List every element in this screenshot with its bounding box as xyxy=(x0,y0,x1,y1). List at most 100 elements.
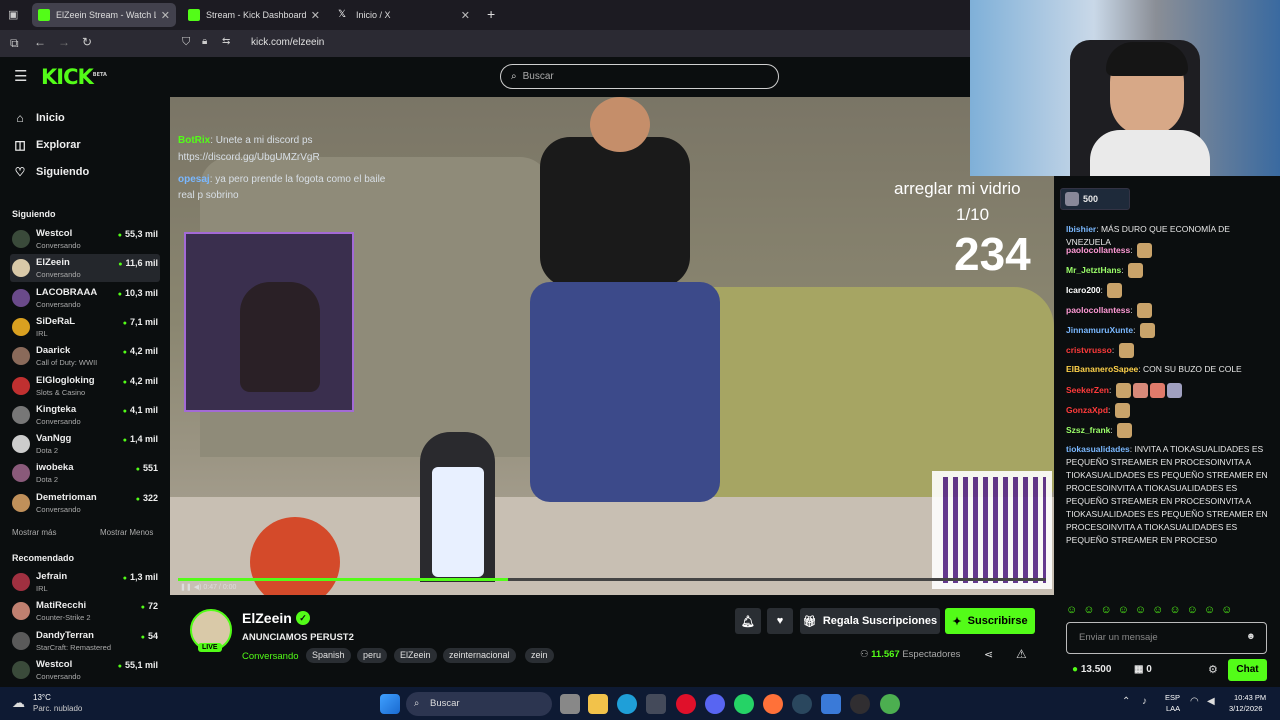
follow-button[interactable]: ♥ xyxy=(767,608,793,634)
mic-icon[interactable]: ♪ xyxy=(1142,696,1147,707)
notifications-button[interactable]: 🔔︎ xyxy=(735,608,761,634)
chat-username[interactable]: paolocollantess xyxy=(1066,245,1130,255)
clock-time[interactable]: 10:43 PM xyxy=(1234,693,1266,702)
show-less-button[interactable]: Mostrar Menos xyxy=(100,528,153,537)
sidebar-channel-sideral[interactable]: SiDeRaLIRL 7,1 mil xyxy=(10,313,160,341)
sidebar-channel-vanngg[interactable]: VanNggDota 2 1,4 mil xyxy=(10,430,160,458)
reload-icon[interactable]: ↻ xyxy=(82,35,92,49)
tag[interactable]: zein xyxy=(525,648,554,663)
opera-icon[interactable] xyxy=(676,694,696,714)
chat-username[interactable]: ElBananeroSapee xyxy=(1066,364,1138,374)
obs-icon[interactable] xyxy=(850,694,870,714)
nav-siguiendo[interactable]: ♡ Siguiendo xyxy=(12,165,90,179)
search-input[interactable]: ⌕ Buscar xyxy=(500,64,779,89)
logo-badge: BETA xyxy=(92,72,107,78)
chat-message: GonzaXpd: xyxy=(1066,403,1271,418)
kick-logo[interactable]: KICKBETA xyxy=(41,65,107,89)
video-player[interactable]: BotRix: Unete a mi discord ps https://di… xyxy=(170,97,1054,595)
emoji-icon[interactable]: ☻ xyxy=(1246,631,1256,642)
stream-category[interactable]: Conversando xyxy=(242,651,299,662)
chat-username[interactable]: GonzaXpd xyxy=(1066,405,1108,415)
tray-chevron-icon[interactable]: ⌃ xyxy=(1122,696,1130,707)
chat-username[interactable]: tiokasualidades xyxy=(1066,444,1130,454)
share-icon[interactable]: ⋖ xyxy=(984,648,993,661)
nav-inicio[interactable]: ⌂ Inicio xyxy=(12,111,64,125)
tag[interactable]: ElZeein xyxy=(394,648,437,663)
speaker-icon[interactable]: ◀ xyxy=(1207,696,1215,707)
chat-username[interactable]: Szsz_frank xyxy=(1066,425,1110,435)
menu-icon[interactable]: ☰ xyxy=(14,67,27,85)
sidebar-channel-kingteka[interactable]: KingtekaConversando 4,1 mil xyxy=(10,401,160,429)
close-icon[interactable]: ✕ xyxy=(461,9,470,22)
video-progress-bar[interactable] xyxy=(178,578,1046,581)
new-tab-icon[interactable]: + xyxy=(487,6,495,22)
firefox-icon[interactable] xyxy=(763,694,783,714)
sidebar-toggle-icon[interactable]: ⧉ xyxy=(10,36,19,51)
pinned-gift[interactable]: 500 xyxy=(1060,188,1130,210)
sidebar-channel-lacobraaa[interactable]: LACOBRAAAConversando 10,3 mil xyxy=(10,284,160,312)
store-icon[interactable] xyxy=(646,694,666,714)
chat-username[interactable]: paolocollantess xyxy=(1066,305,1130,315)
channel-name: Demetrioman xyxy=(36,491,97,503)
app-icon[interactable] xyxy=(821,694,841,714)
tag[interactable]: peru xyxy=(357,648,388,663)
lang-indicator[interactable]: ESP xyxy=(1165,693,1180,702)
tag[interactable]: Spanish xyxy=(306,648,351,663)
clock-date[interactable]: 3/12/2026 xyxy=(1229,704,1262,713)
tab-overview-icon[interactable]: ▣ xyxy=(8,8,18,21)
tab-dashboard[interactable]: Stream - Kick Dashboard ✕ xyxy=(182,3,326,27)
show-more-button[interactable]: Mostrar más xyxy=(12,528,56,537)
sidebar-channel-jefrain[interactable]: Jefrain IRL 1,3 mil xyxy=(10,568,160,596)
streamer-name[interactable]: ElZeein xyxy=(242,610,292,626)
steam-icon[interactable] xyxy=(792,694,812,714)
taskbar-search[interactable]: ⌕ Buscar xyxy=(406,692,552,716)
points-display[interactable]: ● 13.500 xyxy=(1072,664,1111,675)
sidebar-channel-westcol[interactable]: WestcolConversando 55,1 mil xyxy=(10,656,160,684)
chat-input[interactable]: Enviar un mensaje ☻ xyxy=(1066,622,1267,654)
tab-x[interactable]: 𝕏 Inicio / X ✕ xyxy=(332,3,476,27)
close-icon[interactable]: ✕ xyxy=(161,9,170,22)
report-icon[interactable]: ⚠ xyxy=(1016,647,1027,661)
close-icon[interactable]: ✕ xyxy=(311,9,320,22)
gifts-display[interactable]: ▦ 0 xyxy=(1134,664,1152,675)
back-icon[interactable]: ← xyxy=(34,35,46,49)
sidebar-channel-elglogloking[interactable]: ElGloglokingSlots & Casino 4,2 mil xyxy=(10,372,160,400)
chat-username[interactable]: cristvrusso xyxy=(1066,345,1112,355)
file-explorer-icon[interactable] xyxy=(588,694,608,714)
chat-username[interactable]: Icaro200 xyxy=(1066,285,1101,295)
shield-icon[interactable]: ⛉ xyxy=(182,36,190,49)
sidebar-channel-iwobeka[interactable]: iwobekaDota 2 551 xyxy=(10,459,160,487)
pause-icon[interactable]: ❚❚ xyxy=(180,584,192,591)
forward-icon[interactable]: → xyxy=(58,35,70,49)
sidebar-channel-dandyterran[interactable]: DandyTerranStarCraft: Remastered 54 xyxy=(10,627,160,655)
permissions-icon[interactable]: ⇆ xyxy=(222,36,230,47)
chat-username[interactable]: Mr_JetztHans xyxy=(1066,265,1121,275)
chat-username[interactable]: SeekerZen xyxy=(1066,385,1109,395)
sidebar-channel-westcol[interactable]: Westcol Conversando 55,3 mil xyxy=(10,225,160,253)
task-view-icon[interactable] xyxy=(560,694,580,714)
sidebar-channel-matirecchi[interactable]: MatiRecchiCounter-Strike 2 72 xyxy=(10,597,160,625)
url-text[interactable]: kick.com/elzeein xyxy=(251,37,324,48)
send-chat-button[interactable]: Chat xyxy=(1228,659,1267,681)
wifi-icon[interactable]: ◠ xyxy=(1190,696,1199,707)
whatsapp-icon[interactable] xyxy=(734,694,754,714)
settings-icon[interactable]: ⚙ xyxy=(1208,663,1218,676)
sidebar-channel-demetrioman[interactable]: DemetriomanConversando 322 xyxy=(10,489,160,517)
tab-elzeein[interactable]: ElZeein Stream - Watch Live ✕ xyxy=(32,3,176,27)
volume-icon[interactable]: ◀) xyxy=(194,584,202,591)
video-controls[interactable]: ❚❚ ◀) 0:47 / 0:00 xyxy=(180,583,236,591)
nav-explorar[interactable]: ◫ Explorar xyxy=(12,138,80,152)
weather-icon[interactable]: ☁ xyxy=(12,695,25,711)
sidebar-channel-daarick[interactable]: DaarickCall of Duty: WWII 4,2 mil xyxy=(10,342,160,370)
chrome-icon[interactable] xyxy=(880,694,900,714)
gift-subs-button[interactable]: 🎁︎ Regala Suscripciones xyxy=(800,608,940,634)
chat-username[interactable]: lbishier xyxy=(1066,224,1096,234)
subscribe-button[interactable]: ✦ Suscribirse xyxy=(945,608,1035,634)
lock-icon[interactable]: 🔒︎ xyxy=(202,36,207,47)
tag[interactable]: zeinternacional xyxy=(443,648,516,663)
start-icon[interactable] xyxy=(380,694,400,714)
sidebar-channel-elzeein[interactable]: ElZeeinConversando 11,6 mil xyxy=(10,254,160,283)
edge-icon[interactable] xyxy=(617,694,637,714)
discord-icon[interactable] xyxy=(705,694,725,714)
chat-username[interactable]: JinnamuruXunte xyxy=(1066,325,1133,335)
